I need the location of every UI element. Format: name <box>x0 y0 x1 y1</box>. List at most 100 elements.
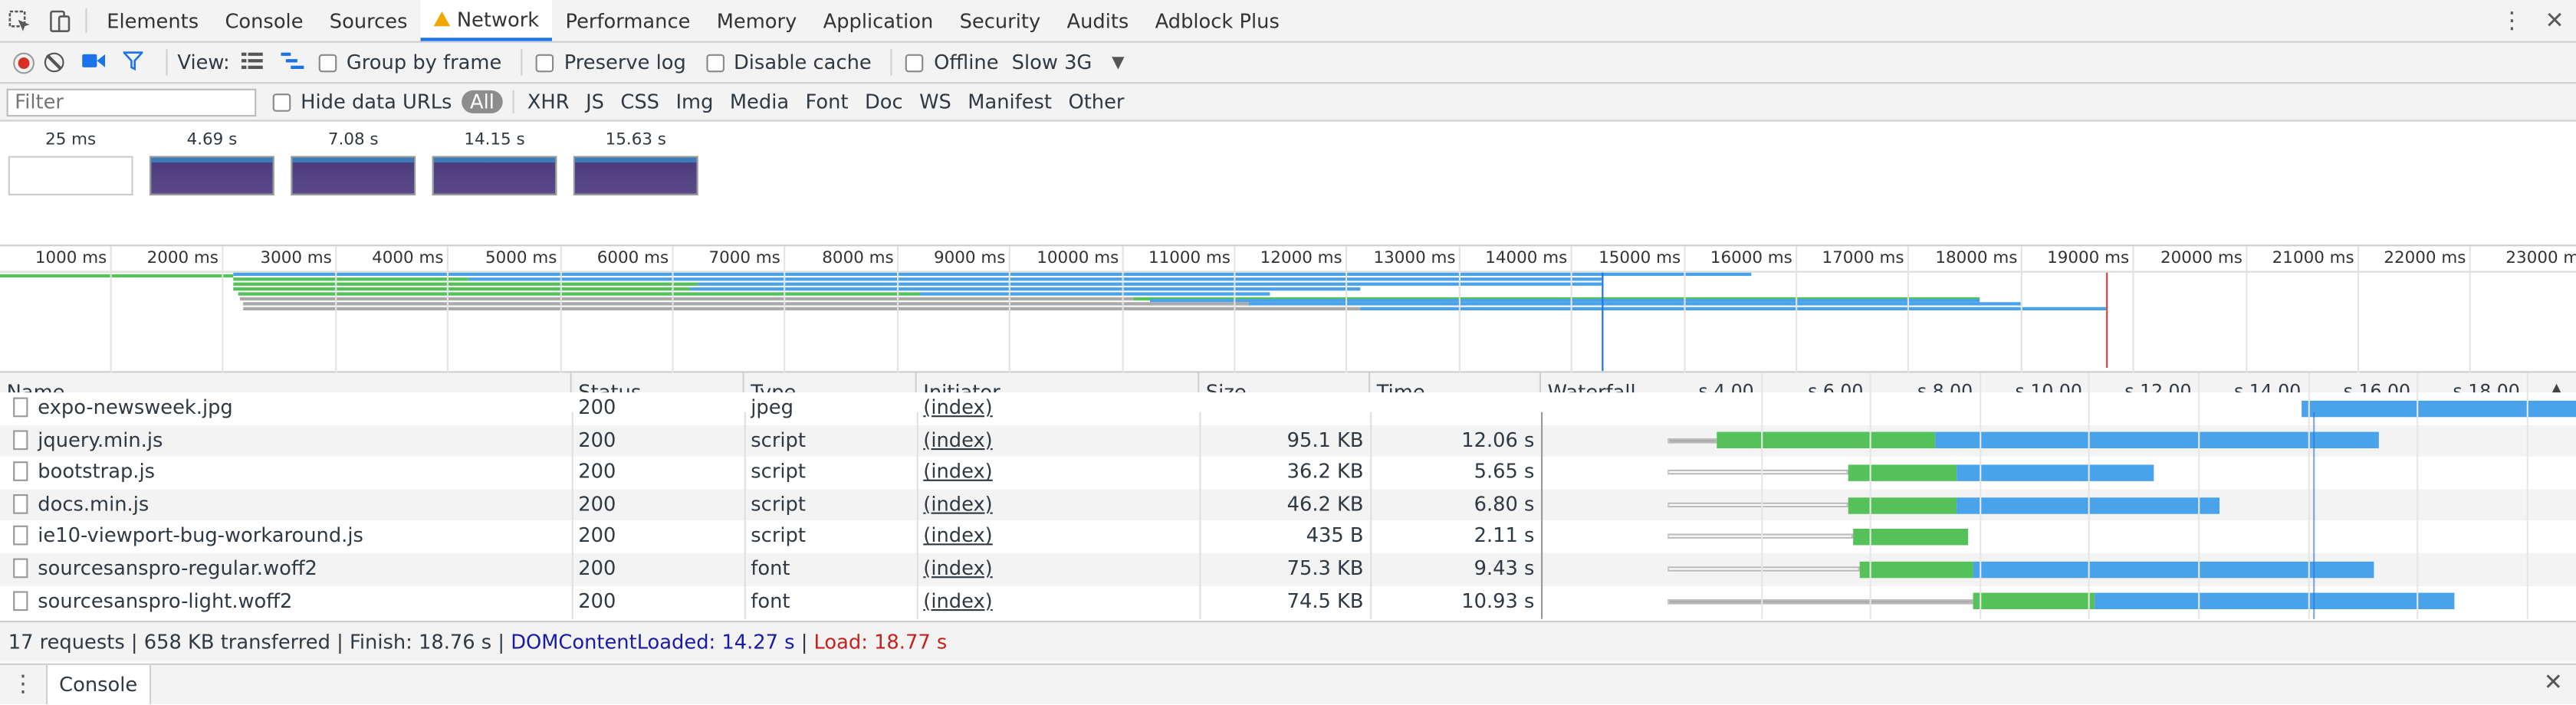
initiator-link[interactable]: (index) <box>923 524 992 547</box>
table-row[interactable]: docs.min.js 200 script (index) 46.2 KB 6.80 s <box>0 489 2576 522</box>
offline-checkbox[interactable]: Offline <box>905 51 999 74</box>
throttling-select[interactable]: Slow 3G ▼ <box>1012 51 1125 74</box>
drawer-menu-icon[interactable]: ⋮ <box>0 671 46 697</box>
filter-type-manifest[interactable]: Manifest <box>961 90 1059 113</box>
request-name: bootstrap.js <box>38 460 156 484</box>
disable-cache-checkbox[interactable]: Disable cache <box>705 51 872 74</box>
clear-button[interactable] <box>44 52 64 73</box>
time-cell <box>1370 392 1541 425</box>
tab-performance[interactable]: Performance <box>552 0 703 41</box>
overview-icon[interactable] <box>279 51 305 74</box>
filter-icon[interactable] <box>120 50 146 74</box>
inspect-element-icon[interactable] <box>0 0 39 41</box>
initiator-link[interactable]: (index) <box>923 492 992 515</box>
type-cell: script <box>751 460 806 484</box>
table-row[interactable]: ie10-viewport-bug-workaround.js 200 script… <box>0 521 2576 554</box>
device-toolbar-icon[interactable] <box>39 0 78 41</box>
filter-type-doc[interactable]: Doc <box>858 90 909 113</box>
record-button[interactable] <box>15 53 33 72</box>
waterfall-gridline <box>2088 372 2091 619</box>
file-icon <box>13 397 28 418</box>
filter-type-img[interactable]: Img <box>669 90 720 113</box>
table-row[interactable]: sourcesanspro-regular.woff2 200 font (index… <box>0 553 2576 586</box>
time-cell: 12.06 s <box>1461 428 1535 451</box>
initiator-cell: (index) <box>917 425 1200 457</box>
request-name: ie10-viewport-bug-workaround.js <box>38 524 363 548</box>
tab-elements[interactable]: Elements <box>94 0 212 41</box>
tab-application[interactable]: Application <box>810 0 946 41</box>
initiator-link[interactable]: (index) <box>923 460 992 483</box>
tab-adblock-plus[interactable]: Adblock Plus <box>1142 0 1293 41</box>
filter-type-js[interactable]: JS <box>579 90 610 113</box>
waterfall-queued-bar <box>1668 566 1859 572</box>
tab-console[interactable]: Console <box>212 0 316 41</box>
tab-network[interactable]: Network <box>420 0 553 41</box>
request-name: sourcesanspro-light.woff2 <box>38 589 293 612</box>
preserve-log-checkbox[interactable]: Preserve log <box>536 51 686 74</box>
close-drawer-icon[interactable]: ✕ <box>2544 670 2563 696</box>
screenshot-frame[interactable]: 14.15 s <box>432 131 557 195</box>
initiator-link[interactable]: (index) <box>923 556 992 579</box>
initiator-link[interactable]: (index) <box>923 589 992 612</box>
capture-screenshots-icon[interactable] <box>80 51 107 74</box>
time-cell: 6.80 s <box>1474 492 1535 516</box>
screenshots-strip: 25 ms 4.69 s 7.08 s 14.15 s 15.63 s <box>0 121 2576 247</box>
close-devtools-icon[interactable]: ✕ <box>2533 8 2576 34</box>
tab-sources[interactable]: Sources <box>317 0 421 41</box>
screenshot-frame[interactable]: 25 ms <box>8 131 133 195</box>
hide-data-urls-checkbox[interactable]: Hide data URLs <box>272 90 452 113</box>
dropdown-arrow-icon: ▼ <box>1112 53 1125 72</box>
waterfall-queued-bar <box>1668 470 1848 475</box>
type-cell: script <box>751 492 806 516</box>
filter-type-other[interactable]: Other <box>1062 90 1131 113</box>
request-name-cell: docs.min.js <box>7 489 566 521</box>
screenshot-frame[interactable]: 7.08 s <box>291 131 416 195</box>
initiator-link[interactable]: (index) <box>923 428 992 451</box>
table-row[interactable]: expo-newsweek.jpg 200 jpeg (index) <box>0 392 2576 425</box>
drawer-tab-console[interactable]: Console <box>46 664 151 705</box>
network-toolbar: View: Group by frame Preserve log Disabl… <box>0 42 2576 84</box>
offline-label: Offline <box>934 51 999 74</box>
initiator-cell: (index) <box>917 553 1200 585</box>
filter-type-font[interactable]: Font <box>799 90 855 113</box>
screenshot-frame[interactable]: 15.63 s <box>573 131 698 195</box>
waterfall-waiting-bar <box>1858 561 1974 578</box>
timeline-gridline <box>0 246 2576 372</box>
table-row[interactable]: bootstrap.js 200 script (index) 36.2 KB 5.65 … <box>0 457 2576 490</box>
toolbar-divider-3 <box>891 49 893 76</box>
filter-type-xhr[interactable]: XHR <box>521 90 576 113</box>
filter-input[interactable] <box>6 87 257 116</box>
waterfall-waiting-bar <box>1717 432 1936 449</box>
tab-memory[interactable]: Memory <box>704 0 810 41</box>
tab-audits[interactable]: Audits <box>1053 0 1142 41</box>
large-rows-icon[interactable] <box>240 51 266 74</box>
filter-type-all[interactable]: All <box>462 90 503 113</box>
tab-security[interactable]: Security <box>946 0 1053 41</box>
file-icon <box>13 590 28 611</box>
tab-label: Performance <box>565 8 691 32</box>
file-icon <box>13 461 28 482</box>
initiator-cell: (index) <box>917 457 1200 489</box>
requests-table: NameStatusTypeInitiatorSizeTimeWaterfall… <box>0 372 2576 619</box>
table-row[interactable]: sourcesanspro-light.woff2 200 font (index) 7… <box>0 585 2576 618</box>
waterfall-receiving-bar <box>2094 593 2456 610</box>
toolbar-divider-2 <box>521 49 524 76</box>
initiator-cell: (index) <box>917 392 1200 425</box>
screenshot-frame[interactable]: 4.69 s <box>150 131 274 195</box>
request-name: docs.min.js <box>38 492 150 516</box>
table-row[interactable]: jquery.min.js 200 script (index) 95.1 KB 12.0… <box>0 425 2576 457</box>
screenshot-thumbnail <box>8 156 133 195</box>
type-cell: jpeg <box>751 395 794 419</box>
file-icon <box>13 429 28 450</box>
status-cell: 200 <box>578 492 616 516</box>
column-divider <box>1540 412 1543 619</box>
more-options-icon[interactable]: ⋮ <box>2491 8 2534 34</box>
waterfall-gridline <box>2198 372 2200 619</box>
overview-timeline[interactable]: 1000 ms 2000 ms 3000 ms 4000 ms 5000 ms 6000 … <box>0 246 2576 373</box>
filter-type-media[interactable]: Media <box>723 90 795 113</box>
group-by-frame-checkbox[interactable]: Group by frame <box>318 51 501 74</box>
filter-type-css[interactable]: CSS <box>614 90 666 113</box>
initiator-link[interactable]: (index) <box>923 395 992 418</box>
column-divider <box>916 412 918 619</box>
filter-type-ws[interactable]: WS <box>913 90 958 113</box>
